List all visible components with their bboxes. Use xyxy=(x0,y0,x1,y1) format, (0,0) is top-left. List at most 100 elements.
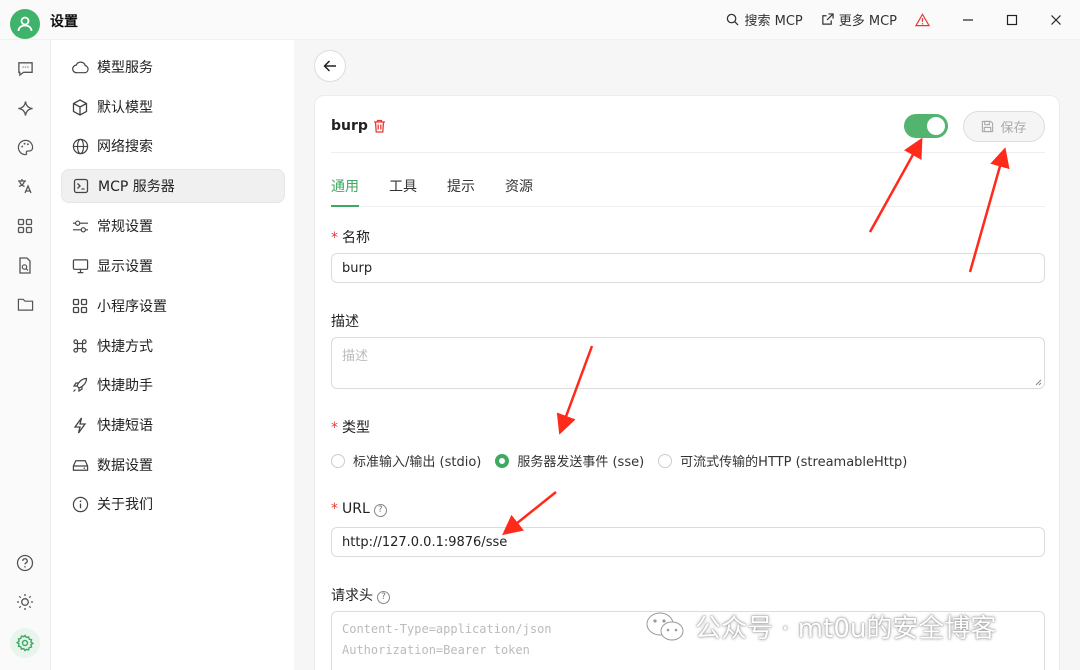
translate-icon xyxy=(18,179,32,194)
sliders-icon xyxy=(71,217,89,235)
external-link-icon xyxy=(821,13,834,25)
radio-circle xyxy=(658,453,673,468)
nav-item-quick-assistant[interactable]: 快捷助手 xyxy=(61,368,285,402)
maximize-icon xyxy=(1006,14,1018,26)
warning-button[interactable] xyxy=(915,12,930,27)
headers-label: 请求头? xyxy=(331,585,390,605)
search-mcp-button[interactable]: 搜索 MCP xyxy=(726,10,803,29)
nav-item-label: 网络搜索 xyxy=(97,139,153,155)
header-divider xyxy=(331,152,1045,153)
rail-folder-button[interactable] xyxy=(15,294,35,314)
type-radio-group: 标准输入/输出 (stdio) 服务器发送事件 (sse) 可流式传输的HTTP… xyxy=(331,451,907,470)
name-input[interactable]: burp xyxy=(331,253,1045,283)
delete-server-button[interactable] xyxy=(373,119,386,137)
arrow-left-icon xyxy=(323,60,336,72)
nav-item-model-service[interactable]: 模型服务 xyxy=(61,50,285,84)
folder-icon xyxy=(17,298,33,311)
minimize-icon xyxy=(963,19,973,21)
nav-item-label: 默认模型 xyxy=(97,100,153,116)
nav-item-label: 小程序设置 xyxy=(97,299,167,315)
tab-general[interactable]: 通用 xyxy=(331,176,359,196)
save-button[interactable]: 保存 xyxy=(963,111,1045,142)
type-option-label: 标准输入/输出 (stdio) xyxy=(353,455,482,470)
close-button[interactable] xyxy=(1041,8,1071,32)
description-label: 描述 xyxy=(331,314,359,330)
watermark: 公众号 · mt0u的安全博客 xyxy=(645,608,996,645)
rail-theme-button[interactable] xyxy=(15,592,35,612)
nav-item-label: 模型服务 xyxy=(97,60,153,76)
type-option-stdio[interactable]: 标准输入/输出 (stdio) xyxy=(331,451,481,470)
rail-apps-button[interactable] xyxy=(15,216,35,236)
nav-item-label: 快捷助手 xyxy=(97,378,153,394)
command-icon xyxy=(71,337,89,355)
monitor-icon xyxy=(71,257,89,275)
nav-item-web-search[interactable]: 网络搜索 xyxy=(61,129,285,163)
nav-item-label: 关于我们 xyxy=(97,497,153,513)
file-search-icon xyxy=(19,256,31,274)
drive-icon xyxy=(71,456,89,474)
tabs-divider xyxy=(331,206,1045,207)
sun-icon xyxy=(17,594,33,610)
help-icon[interactable]: ? xyxy=(377,591,390,604)
nav-item-about-us[interactable]: 关于我们 xyxy=(61,487,285,521)
maximize-button[interactable] xyxy=(997,8,1027,32)
grid-icon xyxy=(71,297,89,315)
rail-translate-button[interactable] xyxy=(15,176,35,196)
search-icon xyxy=(727,13,739,26)
type-option-label: 可流式传输的HTTP (streamableHttp) xyxy=(680,455,908,470)
cloud-icon xyxy=(71,58,89,76)
server-tabs: 通用 工具 提示 资源 xyxy=(331,176,533,196)
type-option-sse[interactable]: 服务器发送事件 (sse) xyxy=(495,451,644,470)
nav-item-data-settings[interactable]: 数据设置 xyxy=(61,448,285,482)
tab-resources[interactable]: 资源 xyxy=(505,176,533,196)
nav-item-mcp-servers[interactable]: MCP 服务器 xyxy=(61,169,285,203)
watermark-text: 公众号 · mt0u的安全博客 xyxy=(695,614,997,644)
nav-item-quick-phrases[interactable]: 快捷短语 xyxy=(61,408,285,442)
nav-item-miniapp-settings[interactable]: 小程序设置 xyxy=(61,289,285,323)
rail-settings-button[interactable] xyxy=(10,628,40,658)
nav-item-label: MCP 服务器 xyxy=(98,179,175,195)
required-mark: * xyxy=(331,420,338,436)
rail-files-button[interactable] xyxy=(15,255,35,275)
server-enabled-toggle[interactable] xyxy=(904,114,948,138)
rail-help-button[interactable] xyxy=(15,553,35,573)
more-mcp-button[interactable]: 更多 MCP xyxy=(821,10,897,29)
required-mark: * xyxy=(331,230,338,246)
more-mcp-label: 更多 MCP xyxy=(838,14,897,29)
nav-item-default-model[interactable]: 默认模型 xyxy=(61,90,285,124)
avatar[interactable] xyxy=(10,9,40,39)
rail-paint-button[interactable] xyxy=(15,137,35,157)
nav-item-label: 快捷方式 xyxy=(97,339,153,355)
nav-item-shortcuts[interactable]: 快捷方式 xyxy=(61,329,285,363)
bolt-icon xyxy=(71,416,89,434)
nav-item-label: 常规设置 xyxy=(97,219,153,235)
nav-item-general-settings[interactable]: 常规设置 xyxy=(61,209,285,243)
palette-icon xyxy=(17,139,33,155)
save-label: 保存 xyxy=(1000,121,1027,136)
tab-prompts[interactable]: 提示 xyxy=(447,176,475,196)
required-mark: * xyxy=(331,501,338,517)
url-label: * URL? xyxy=(331,501,387,517)
title-bar: 设置 搜索 MCP 更多 MCP xyxy=(0,0,1080,40)
save-icon xyxy=(982,120,994,133)
rail-chat-button[interactable] xyxy=(15,58,35,78)
chat-icon xyxy=(17,61,33,76)
type-option-streamable-http[interactable]: 可流式传输的HTTP (streamableHttp) xyxy=(658,451,907,470)
resize-handle-icon[interactable] xyxy=(1034,378,1042,386)
url-input[interactable]: http://127.0.0.1:9876/sse xyxy=(331,527,1045,557)
help-icon[interactable]: ? xyxy=(373,504,387,517)
minimize-button[interactable] xyxy=(953,8,983,32)
rail-agents-button[interactable] xyxy=(15,98,35,118)
help-icon xyxy=(16,554,34,572)
settings-nav: 模型服务 默认模型 网络搜索 MCP 服务器 常规设置 显示设置 小程序设置 快… xyxy=(50,40,294,670)
wechat-logo-icon xyxy=(646,612,684,640)
server-name: burp xyxy=(331,118,368,134)
nav-item-label: 数据设置 xyxy=(97,458,153,474)
tab-tools[interactable]: 工具 xyxy=(389,176,417,196)
name-label: * 名称 xyxy=(331,230,370,246)
back-button[interactable] xyxy=(314,50,346,82)
description-textarea[interactable]: 描述 xyxy=(331,337,1045,389)
sparkle-icon xyxy=(17,100,33,116)
nav-item-label: 快捷短语 xyxy=(97,418,153,434)
nav-item-display-settings[interactable]: 显示设置 xyxy=(61,249,285,283)
